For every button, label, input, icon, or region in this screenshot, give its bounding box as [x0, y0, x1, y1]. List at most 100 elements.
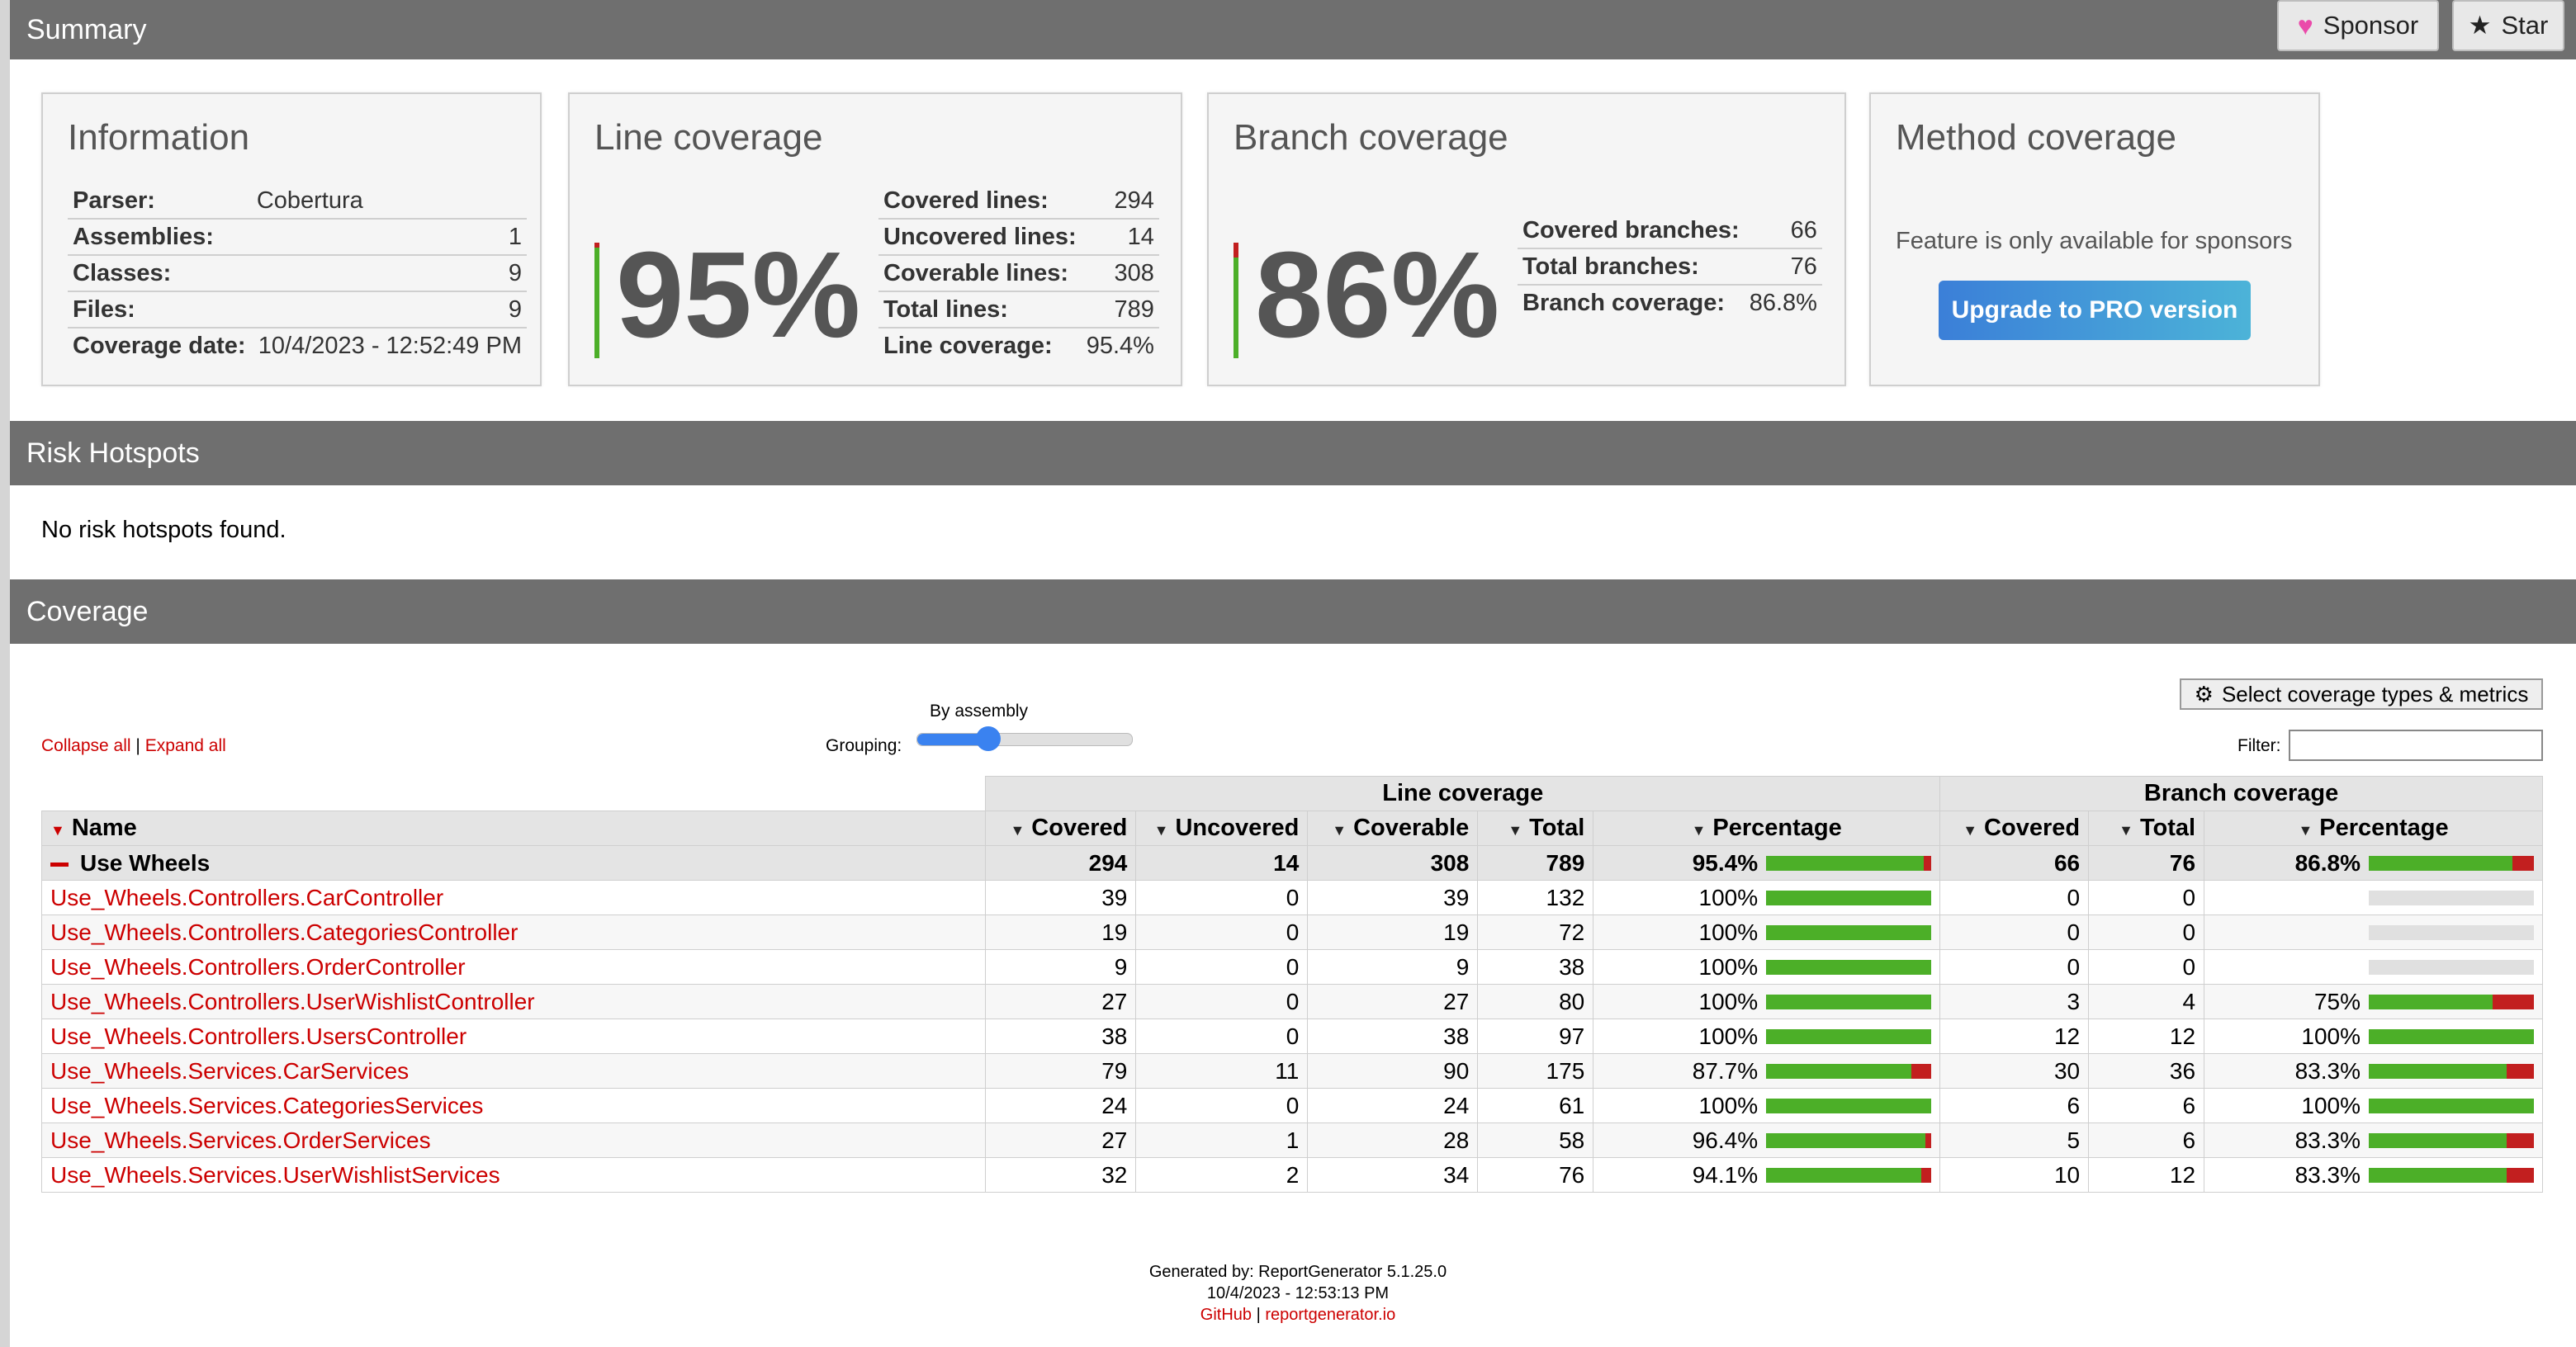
class-name-cell[interactable]: Use_Wheels.Services.OrderServices [40, 1122, 987, 1158]
sponsor-button[interactable]: ♥ Sponsor [2277, 0, 2439, 51]
collapse-all-link[interactable]: Collapse all [41, 736, 131, 755]
branch-covered-cell: 0 [1939, 915, 2090, 950]
heart-icon: ♥ [2297, 10, 2313, 40]
total-cell: 58 [1477, 1122, 1594, 1158]
percentage-cell: 87.7% [1593, 1053, 1941, 1089]
total-cell: 175 [1477, 1053, 1594, 1089]
percentage-cell: 100% [1593, 915, 1941, 950]
class-row[interactable]: Use_Wheels.Controllers.OrderController 9 0… [40, 949, 2543, 985]
column-header-coverable[interactable]: ▼ Coverable [1307, 811, 1479, 846]
generated-by-text: Generated by: ReportGenerator 5.1.25.0 [1148, 1263, 1447, 1281]
class-row[interactable]: Use_Wheels.Services.CategoriesServices 24… [40, 1088, 2543, 1123]
grouping-value: By assembly [930, 702, 1029, 721]
column-header-total[interactable]: ▼ Total [1477, 811, 1594, 846]
class-link[interactable]: Use_Wheels.Controllers.CategoriesControl… [50, 919, 518, 945]
column-header-name[interactable]: ▼ Name [40, 811, 987, 846]
total-cell: 132 [1477, 880, 1594, 915]
grouping-slider[interactable] [916, 726, 1133, 751]
branch-coverage-percent: 86% [1255, 227, 1500, 363]
class-name-cell[interactable]: Use_Wheels.Services.CategoriesServices [40, 1088, 987, 1123]
class-link[interactable]: Use_Wheels.Services.CategoriesServices [50, 1093, 483, 1118]
info-key: Files: [68, 291, 252, 328]
line-coverage-mini-bar [1766, 959, 1932, 975]
expand-all-link[interactable]: Expand all [145, 736, 226, 755]
assembly-name-cell[interactable]: Use Wheels [40, 845, 987, 881]
percentage-cell: 95.4% [1593, 845, 1941, 881]
risk-hotspots-header: Risk Hotspots [10, 421, 2576, 485]
branch-value: 66 [1744, 213, 1822, 249]
column-label: Coverable [1353, 815, 1470, 841]
method-coverage-card: Method coverage Feature is only availabl… [1869, 92, 2320, 386]
branch-percentage-cell: 83.3% [2204, 1053, 2543, 1089]
class-name-cell[interactable]: Use_Wheels.Controllers.OrderController [40, 949, 987, 985]
star-icon: ★ [2468, 11, 2492, 40]
class-name-cell[interactable]: Use_Wheels.Services.UserWishlistServices [40, 1157, 987, 1193]
class-row[interactable]: Use_Wheels.Services.CarServices 79 11 90 175… [40, 1053, 2543, 1089]
uncovered-segment [2506, 1132, 2534, 1148]
uncovered-cell: 0 [1135, 1019, 1309, 1054]
class-row[interactable]: Use_Wheels.Controllers.UsersController 38… [40, 1019, 2543, 1054]
class-link[interactable]: Use_Wheels.Controllers.CarController [50, 885, 443, 910]
line-value: 308 [1081, 255, 1159, 292]
sort-icon: ▼ [1010, 822, 1025, 839]
covered-cell: 39 [985, 880, 1137, 915]
gear-icon: ⚙ [2194, 681, 2214, 707]
covered-cell: 294 [985, 845, 1137, 881]
class-link[interactable]: Use_Wheels.Services.OrderServices [50, 1127, 431, 1153]
class-link[interactable]: Use_Wheels.Controllers.OrderController [50, 954, 466, 980]
grouping-slider-handle[interactable] [975, 726, 1001, 751]
github-link[interactable]: GitHub [1200, 1306, 1252, 1324]
line-coverage-mini-bar [1766, 1167, 1932, 1183]
column-label: Total [2139, 815, 2196, 841]
percentage-text: 100% [1698, 1092, 1759, 1118]
class-row[interactable]: Use_Wheels.Controllers.CarController 39 0 3… [40, 880, 2543, 915]
branch-covered-cell: 12 [1939, 1019, 2090, 1054]
class-name-cell[interactable]: Use_Wheels.Controllers.CarController [40, 880, 987, 915]
column-header-branch-covered[interactable]: ▼ Covered [1939, 811, 2090, 846]
collapse-icon[interactable] [50, 862, 69, 867]
uncovered-cell: 0 [1135, 915, 1309, 950]
reportgenerator-link[interactable]: reportgenerator.io [1265, 1306, 1395, 1324]
upgrade-pro-button[interactable]: Upgrade to PRO version [1939, 281, 2251, 340]
filter-input[interactable] [2289, 730, 2543, 761]
sponsor-label: Sponsor [2323, 11, 2419, 40]
branch-total-cell: 6 [2088, 1122, 2205, 1158]
assembly-row[interactable]: Use Wheels 294 14 308 789 95.4% 66 76 86… [40, 845, 2543, 881]
column-header-covered[interactable]: ▼ Covered [985, 811, 1137, 846]
class-link[interactable]: Use_Wheels.Services.UserWishlistServices [50, 1162, 500, 1188]
risk-hotspots-title: Risk Hotspots [26, 437, 200, 469]
branch-percentage-cell [2204, 880, 2543, 915]
star-label: Star [2501, 11, 2549, 40]
column-header-branch-percentage[interactable]: ▼ Percentage [2204, 811, 2543, 846]
star-button[interactable]: ★ Star [2452, 0, 2564, 51]
link-separator: | [135, 736, 140, 755]
class-row[interactable]: Use_Wheels.Controllers.CategoriesControl… [40, 915, 2543, 950]
class-link[interactable]: Use_Wheels.Controllers.UserWishlistContr… [50, 989, 535, 1014]
class-link[interactable]: Use_Wheels.Services.CarServices [50, 1058, 409, 1084]
column-header-branch-total[interactable]: ▼ Total [2088, 811, 2205, 846]
class-name-cell[interactable]: Use_Wheels.Controllers.UsersController [40, 1019, 987, 1054]
branch-coverage-mini-bar [2369, 890, 2534, 905]
covered-segment [1766, 855, 1924, 871]
column-header-uncovered[interactable]: ▼ Uncovered [1135, 811, 1309, 846]
branch-total-cell: 12 [2088, 1157, 2205, 1193]
class-row[interactable]: Use_Wheels.Services.OrderServices 27 1 28 58… [40, 1122, 2543, 1158]
branch-percentage-cell: 100% [2204, 1019, 2543, 1054]
line-key: Coverable lines: [878, 255, 1082, 292]
branch-total-cell: 6 [2088, 1088, 2205, 1123]
select-metrics-button[interactable]: ⚙ Select coverage types & metrics [2180, 678, 2543, 710]
covered-segment [1766, 1098, 1932, 1113]
coverable-cell: 9 [1307, 949, 1479, 985]
uncovered-segment [1921, 1167, 1932, 1183]
class-row[interactable]: Use_Wheels.Controllers.UserWishlistContr… [40, 984, 2543, 1019]
column-header-percentage[interactable]: ▼ Percentage [1593, 811, 1941, 846]
left-border [0, 0, 10, 1347]
branch-covered-cell: 0 [1939, 880, 2090, 915]
class-link[interactable]: Use_Wheels.Controllers.UsersController [50, 1023, 466, 1049]
class-name-cell[interactable]: Use_Wheels.Controllers.UserWishlistContr… [40, 984, 987, 1019]
class-row[interactable]: Use_Wheels.Services.UserWishlistServices… [40, 1157, 2543, 1193]
class-name-cell[interactable]: Use_Wheels.Controllers.CategoriesControl… [40, 915, 987, 950]
line-coverage-mini-bar [1766, 1098, 1932, 1113]
class-name-cell[interactable]: Use_Wheels.Services.CarServices [40, 1053, 987, 1089]
column-label: Total [1529, 815, 1585, 841]
